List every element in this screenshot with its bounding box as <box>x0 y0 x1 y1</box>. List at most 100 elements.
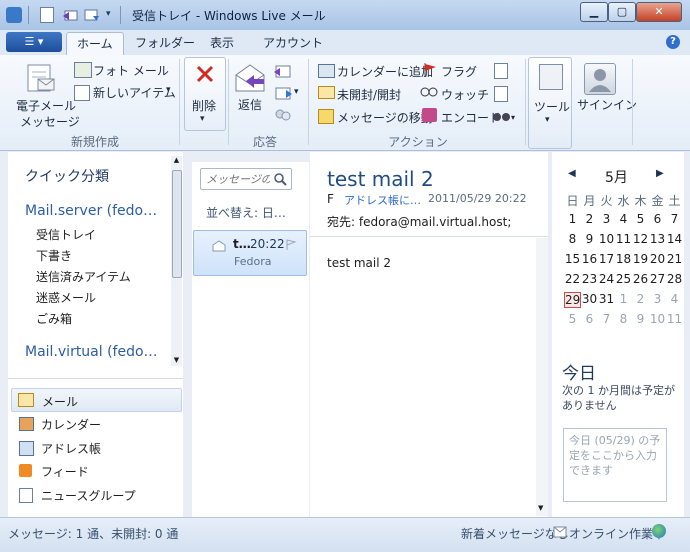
next-month-icon[interactable]: ▶ <box>656 168 664 179</box>
calendar-day[interactable]: 7 <box>666 212 683 226</box>
qat-dropdown-icon[interactable]: ▾ <box>106 9 111 19</box>
prev-month-icon[interactable]: ◀ <box>568 168 576 179</box>
calendar-day[interactable]: 11 <box>666 312 683 326</box>
reply-icon[interactable] <box>62 7 78 23</box>
calendar-day[interactable]: 5 <box>632 212 649 226</box>
send-receive-icon[interactable] <box>84 7 100 23</box>
search-input[interactable] <box>204 171 272 187</box>
nav-mail[interactable]: メール <box>11 388 182 412</box>
scroll-up-icon[interactable]: ▲ <box>171 156 182 164</box>
calendar-day[interactable]: 21 <box>666 252 683 266</box>
folder-drafts[interactable]: 下書き <box>36 247 72 264</box>
ribbon-tabs: ☰ ▾ ホーム フォルダー 表示 アカウント ? <box>0 30 690 56</box>
calendar-day[interactable]: 7 <box>598 312 615 326</box>
tab-view[interactable]: 表示 <box>200 32 244 54</box>
calendar-day[interactable]: 17 <box>598 252 615 266</box>
calendar-day[interactable]: 19 <box>632 252 649 266</box>
calendar-day[interactable]: 6 <box>649 212 666 226</box>
scroll-down-icon[interactable]: ▼ <box>171 356 182 364</box>
calendar-day[interactable]: 1 <box>564 212 581 226</box>
reply-all-icon[interactable] <box>274 64 292 81</box>
nav-scrollbar[interactable]: ▲ ▼ <box>171 156 182 366</box>
help-icon[interactable]: ? <box>666 35 680 49</box>
calendar-day[interactable]: 4 <box>615 212 632 226</box>
calendar-day[interactable]: 26 <box>632 272 649 286</box>
calendar-day[interactable]: 23 <box>581 272 598 286</box>
move-message-button[interactable]: メッセージの移動 <box>337 109 433 126</box>
forward-icon[interactable] <box>274 86 292 103</box>
delete-button[interactable]: 削除 ▾ <box>184 57 226 131</box>
calendar-day[interactable]: 24 <box>598 272 615 286</box>
copy-icon[interactable] <box>494 63 508 79</box>
status-online[interactable]: オンライン作業中 <box>569 525 665 542</box>
calendar-day[interactable]: 3 <box>649 292 666 306</box>
tab-home[interactable]: ホーム <box>66 32 124 55</box>
maximize-button[interactable]: ▢ <box>608 2 636 22</box>
find-icon[interactable]: ▾ <box>492 109 516 126</box>
calendar-day[interactable]: 12 <box>632 232 649 246</box>
calendar-day[interactable]: 1 <box>615 292 632 306</box>
today-event-input[interactable]: 今日 (05/29) の予定をここから入力できます <box>563 428 667 502</box>
calendar-day[interactable]: 22 <box>564 272 581 286</box>
account-mail-virtual[interactable]: Mail.virtual (fedo… <box>25 344 158 360</box>
paste-icon[interactable] <box>494 86 508 102</box>
calendar-day[interactable]: 4 <box>666 292 683 306</box>
new-item-dropdown-icon[interactable]: ▾ <box>166 85 171 95</box>
folder-junk[interactable]: 迷惑メール <box>36 289 96 306</box>
folder-sent[interactable]: 送信済みアイテム <box>36 268 131 285</box>
new-item-button[interactable]: 新しいアイテム <box>93 84 176 101</box>
calendar-day[interactable]: 10 <box>598 232 615 246</box>
folder-trash[interactable]: ごみ箱 <box>36 310 72 327</box>
calendar-day[interactable]: 9 <box>581 232 598 246</box>
file-menu-button[interactable]: ☰ ▾ <box>6 32 62 52</box>
calendar-day[interactable]: 14 <box>666 232 683 246</box>
calendar-day[interactable]: 2 <box>581 212 598 226</box>
calendar-day[interactable]: 2 <box>632 292 649 306</box>
calendar-day[interactable]: 11 <box>615 232 632 246</box>
flag-button[interactable]: フラグ <box>441 63 477 80</box>
forward-dropdown-icon[interactable]: ▾ <box>294 87 299 97</box>
tools-button[interactable]: ツール ▾ <box>528 57 572 149</box>
search-box[interactable] <box>200 168 292 190</box>
tab-account[interactable]: アカウント <box>253 32 333 54</box>
message-row[interactable]: t… 20:22 Fedora <box>193 230 307 276</box>
calendar-day[interactable]: 25 <box>615 272 632 286</box>
minimize-button[interactable]: ▁ <box>580 2 608 22</box>
watch-button[interactable]: ウォッチ <box>441 86 489 103</box>
calendar-day[interactable]: 6 <box>581 312 598 326</box>
add-to-calendar-button[interactable]: カレンダーに追加 <box>337 63 433 80</box>
scroll-thumb[interactable] <box>172 170 182 278</box>
flag-outline-icon[interactable] <box>285 239 297 254</box>
calendar-day[interactable]: 18 <box>615 252 632 266</box>
quick-views-heading[interactable]: クイック分類 <box>25 166 109 186</box>
photo-mail-button[interactable]: フォト メール <box>93 62 169 79</box>
instant-message-icon[interactable] <box>275 108 291 125</box>
calendar-day[interactable]: 30 <box>581 292 598 306</box>
account-mail-server[interactable]: Mail.server (fedo… <box>25 203 157 219</box>
search-icon[interactable] <box>273 172 287 189</box>
calendar-day[interactable]: 8 <box>564 232 581 246</box>
unread-read-button[interactable]: 未開封/開封 <box>337 86 401 103</box>
delete-label: 削除 <box>192 99 217 113</box>
calendar-day[interactable]: 31 <box>598 292 615 306</box>
reading-scrollbar[interactable]: ▼ <box>536 238 548 516</box>
calendar-day[interactable]: 28 <box>666 272 683 286</box>
new-mail-icon[interactable] <box>40 7 54 23</box>
calendar-day[interactable]: 16 <box>581 252 598 266</box>
close-button[interactable]: ✕ <box>636 2 682 22</box>
scroll-down-icon[interactable]: ▼ <box>538 504 543 512</box>
calendar-day[interactable]: 20 <box>649 252 666 266</box>
calendar-day[interactable]: 9 <box>632 312 649 326</box>
calendar-day[interactable]: 8 <box>615 312 632 326</box>
calendar-day[interactable]: 15 <box>564 252 581 266</box>
calendar-today-cell[interactable]: 29 <box>564 292 581 308</box>
tab-folder[interactable]: フォルダー <box>125 32 205 54</box>
calendar-day[interactable]: 27 <box>649 272 666 286</box>
calendar-day[interactable]: 13 <box>649 232 666 246</box>
calendar-day[interactable]: 5 <box>564 312 581 326</box>
add-to-contacts-link[interactable]: アドレス帳に… <box>344 192 421 208</box>
calendar-day[interactable]: 10 <box>649 312 666 326</box>
sort-by-button[interactable]: 並べ替え: 日… <box>206 204 286 221</box>
calendar-day[interactable]: 3 <box>598 212 615 226</box>
folder-inbox[interactable]: 受信トレイ <box>36 226 96 243</box>
